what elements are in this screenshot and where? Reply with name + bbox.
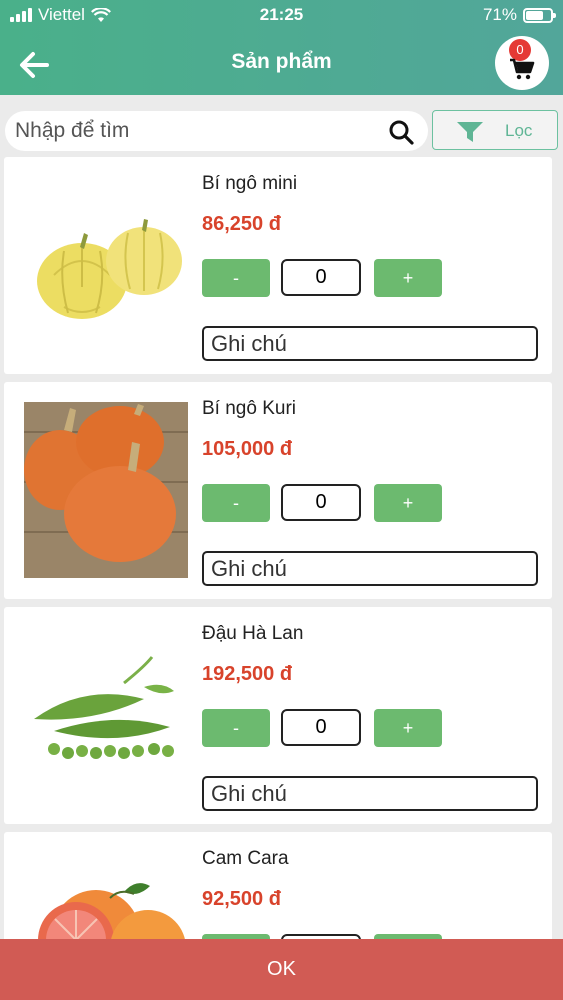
filter-button[interactable]: Lọc: [432, 110, 558, 150]
peas-image: [34, 656, 174, 759]
product-price: 192,500 đ: [202, 663, 293, 685]
decrease-quantity-button[interactable]: -: [202, 484, 270, 522]
product-name: Bí ngô mini: [202, 173, 298, 194]
product-card: Bí ngô mini 86,250 đ - +: [4, 157, 552, 374]
search-box: [5, 111, 428, 151]
quantity-input[interactable]: [281, 259, 361, 296]
product-price: 86,250 đ: [202, 213, 281, 235]
note-input[interactable]: [202, 326, 538, 361]
cart-icon: [510, 58, 535, 80]
ok-button[interactable]: OK: [0, 939, 563, 1000]
status-bar: Viettel 21:25 71%: [0, 0, 563, 30]
kuri-pumpkin-image: [24, 402, 188, 578]
product-card: Đậu Hà Lan 192,500 đ - +: [4, 607, 552, 824]
increase-quantity-button[interactable]: +: [374, 709, 442, 747]
product-name: Bí ngô Kuri: [202, 398, 296, 419]
product-card: Bí ngô Kuri 105,000 đ - +: [4, 382, 552, 599]
product-price: 92,500 đ: [202, 888, 281, 910]
status-time: 21:25: [259, 5, 304, 24]
page-title: Sản phẩm: [231, 50, 332, 73]
cart-button[interactable]: 0: [495, 36, 549, 90]
increase-quantity-button[interactable]: +: [374, 259, 442, 297]
product-price: 105,000 đ: [202, 438, 293, 460]
quantity-input[interactable]: [281, 484, 361, 521]
status-right: 71%: [482, 5, 556, 25]
quantity-input[interactable]: [281, 709, 361, 746]
decrease-quantity-button[interactable]: -: [202, 709, 270, 747]
filter-label: Lọc: [505, 121, 533, 140]
product-name: Cam Cara: [202, 848, 289, 869]
increase-quantity-button[interactable]: +: [374, 484, 442, 522]
battery-icon: [523, 7, 556, 23]
mini-pumpkin-image: [37, 219, 182, 319]
product-name: Đậu Hà Lan: [202, 623, 304, 644]
funnel-icon: [457, 122, 483, 142]
app-header: Viettel 21:25 71% Sản phẩm 0: [0, 0, 563, 95]
note-input[interactable]: [202, 551, 538, 586]
battery-percent: 71%: [482, 5, 517, 24]
search-input[interactable]: [15, 117, 375, 145]
decrease-quantity-button[interactable]: -: [202, 259, 270, 297]
search-icon[interactable]: [388, 119, 414, 145]
note-input[interactable]: [202, 776, 538, 811]
